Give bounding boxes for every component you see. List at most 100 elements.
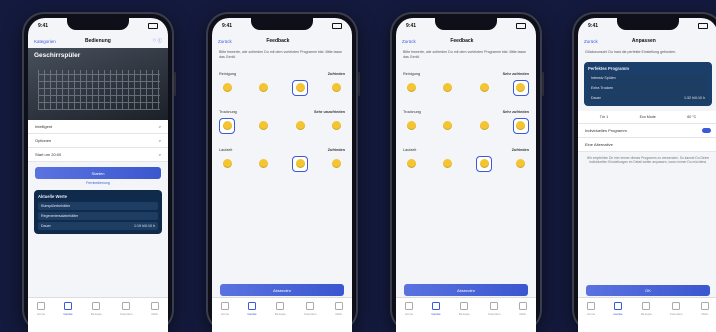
card-row: Extra Trocken xyxy=(588,83,708,92)
tab-more[interactable]: Mehr xyxy=(518,302,527,332)
screen-1: 9:41 Kategorien Bedienung ♡ ⓘ Geschirrsp… xyxy=(28,18,168,332)
more-icon xyxy=(518,302,527,310)
tab-label: Favoriten xyxy=(670,312,683,316)
tab-recipes[interactable]: Rezepte xyxy=(641,302,652,332)
nav-bar: Kategorien Bedienung ♡ ⓘ xyxy=(28,34,168,48)
rating-face-option[interactable] xyxy=(257,119,271,133)
rating-face-option[interactable] xyxy=(220,81,234,95)
tab-label: Home xyxy=(221,312,230,316)
settings-row[interactable]: Optionen > xyxy=(28,134,168,148)
tab-home[interactable]: Home xyxy=(405,302,413,332)
star-icon xyxy=(306,302,315,310)
row-label: Optionen xyxy=(35,138,52,143)
rating-face-option[interactable] xyxy=(292,155,309,172)
tab-devices[interactable]: Geräte xyxy=(431,302,441,332)
smiley-icon xyxy=(406,159,416,169)
rating-face-option[interactable] xyxy=(514,157,528,171)
rating-face-option[interactable] xyxy=(220,157,234,171)
option-chip[interactable]: Tür 1 xyxy=(600,115,608,119)
tab-devices[interactable]: Geräte xyxy=(247,302,257,332)
rating-face-option[interactable] xyxy=(292,79,309,96)
rating-face-option[interactable] xyxy=(512,117,529,134)
star-icon xyxy=(672,302,681,310)
rating-face-option[interactable] xyxy=(219,117,235,134)
option-chip[interactable]: Eco Mode xyxy=(640,115,656,119)
question-answer: Zufrieden xyxy=(327,147,345,152)
recipe-icon xyxy=(642,302,651,310)
rating-face-option[interactable] xyxy=(441,119,455,133)
question-answer: Sehr zufrieden xyxy=(502,71,529,76)
rating-face-option[interactable] xyxy=(330,119,344,133)
rating-face-option[interactable] xyxy=(476,155,493,172)
tab-label: Rezepte xyxy=(90,312,102,316)
back-button[interactable]: Zurück xyxy=(402,39,416,44)
card-row: Dauer 1:32 h/0:10 h xyxy=(588,93,708,102)
recipe-icon xyxy=(276,302,285,310)
option-chip[interactable]: 60 °C xyxy=(687,115,696,119)
smiley-icon xyxy=(516,121,526,131)
rating-face-option[interactable] xyxy=(330,157,344,171)
tab-home[interactable]: Home xyxy=(221,302,229,332)
tab-label: Rezepte xyxy=(274,312,286,316)
rating-face-option[interactable] xyxy=(441,157,455,171)
smiley-icon xyxy=(443,159,453,169)
back-button[interactable]: Zurück xyxy=(584,39,598,44)
start-button[interactable]: Starten xyxy=(35,167,161,179)
recommendation-note: Wir empfehlen Dir hier immer dieses Prog… xyxy=(586,155,710,165)
back-button[interactable]: Zurück xyxy=(218,39,232,44)
card-row: Klarspülerbehälter xyxy=(38,202,158,210)
tab-favorites[interactable]: Favoriten xyxy=(120,302,133,332)
settings-row[interactable]: Intelligent > xyxy=(28,120,168,134)
rating-face-option[interactable] xyxy=(404,157,418,171)
back-button[interactable]: Kategorien xyxy=(34,39,56,44)
toggle-row[interactable]: Individuelles Programm xyxy=(578,123,716,138)
rating-face-option[interactable] xyxy=(257,157,271,171)
tab-more[interactable]: Mehr xyxy=(334,302,343,332)
name-row[interactable]: Eine Alternative xyxy=(578,137,716,152)
rating-face-option[interactable] xyxy=(404,119,418,133)
rating-options xyxy=(396,114,536,138)
smiley-icon xyxy=(406,121,416,131)
tab-devices[interactable]: Geräte xyxy=(63,302,73,332)
rating-face-option[interactable] xyxy=(404,81,418,95)
tab-more[interactable]: Mehr xyxy=(150,302,159,332)
toggle-switch[interactable] xyxy=(702,127,711,133)
tab-recipes[interactable]: Rezepte xyxy=(275,302,286,332)
appliance-title: Geschirrspüler xyxy=(34,52,81,59)
tab-favorites[interactable]: Favoriten xyxy=(670,302,683,332)
rating-face-option[interactable] xyxy=(293,119,307,133)
tab-recipes[interactable]: Rezepte xyxy=(91,302,102,332)
rating-face-option[interactable] xyxy=(477,119,491,133)
heart-icon[interactable]: ♡ ⓘ xyxy=(140,38,162,44)
submit-button[interactable]: Absenden xyxy=(220,284,344,296)
smiley-icon xyxy=(222,121,232,131)
tab-home[interactable]: Home xyxy=(37,302,45,332)
smiley-icon xyxy=(516,83,526,93)
rating-face-option[interactable] xyxy=(330,81,344,95)
chevron-right-icon: > xyxy=(158,152,161,157)
battery-icon xyxy=(516,23,526,29)
rating-face-option[interactable] xyxy=(257,81,271,95)
question-cleaning: Reinigung Zufrieden xyxy=(212,72,352,100)
battery-icon xyxy=(332,23,342,29)
ok-button[interactable]: OK xyxy=(586,285,710,296)
page-title: Feedback xyxy=(450,38,474,44)
tab-recipes[interactable]: Rezepte xyxy=(459,302,470,332)
tab-more[interactable]: Mehr xyxy=(700,302,709,332)
notch xyxy=(617,18,679,30)
device-icon xyxy=(63,302,72,310)
settings-row[interactable]: Start um 20:00 > xyxy=(28,148,168,162)
rating-face-option[interactable] xyxy=(512,79,529,96)
question-runtime: Laufzeit Zufrieden xyxy=(396,148,536,176)
submit-button[interactable]: Absenden xyxy=(404,284,528,296)
tab-bar: Home Geräte Rezepte Favoriten Mehr xyxy=(28,297,168,332)
rating-face-option[interactable] xyxy=(477,81,491,95)
tab-devices[interactable]: Geräte xyxy=(613,302,623,332)
nav-bar: Zurück Anpassen xyxy=(578,34,716,48)
tab-favorites[interactable]: Favoriten xyxy=(304,302,317,332)
tab-favorites[interactable]: Favoriten xyxy=(488,302,501,332)
tab-home[interactable]: Home xyxy=(587,302,595,332)
rating-face-option[interactable] xyxy=(441,81,455,95)
page-title: Anpassen xyxy=(631,38,656,44)
remote-link[interactable]: Fernbedienung xyxy=(28,181,168,185)
